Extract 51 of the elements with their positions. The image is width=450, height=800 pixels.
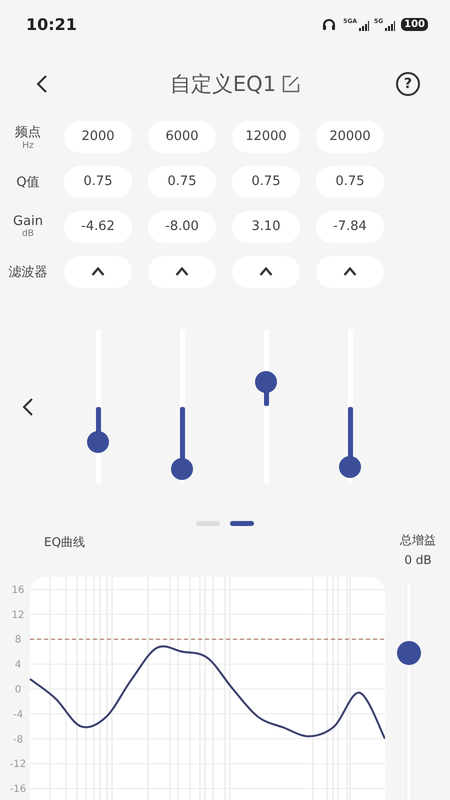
value-field[interactable]: 0.75	[232, 166, 300, 198]
previous-icon[interactable]	[22, 398, 34, 416]
headphones-icon	[322, 18, 336, 30]
peak-filter-icon	[259, 267, 273, 276]
y-tick-label: 16	[12, 584, 24, 596]
master-gain-value: 0 dB	[404, 552, 432, 569]
back-icon[interactable]	[36, 75, 48, 93]
value-field[interactable]: 0.75	[148, 166, 216, 198]
slider-thumb[interactable]	[171, 458, 193, 480]
value-field[interactable]: -8.00	[148, 210, 216, 242]
value-field[interactable]: -7.84	[316, 210, 384, 242]
y-tick-label: 4	[14, 660, 22, 671]
value-field[interactable]: 2000	[64, 120, 132, 152]
y-tick-label: -8	[13, 734, 23, 746]
page-title: 自定义EQ1	[170, 71, 276, 98]
slider-thumb[interactable]	[87, 431, 109, 454]
peak-filter-icon	[343, 267, 357, 276]
y-tick-label: -4	[13, 709, 23, 720]
page-indicator[interactable]	[230, 521, 254, 526]
slider-thumb[interactable]	[339, 456, 361, 478]
value-field[interactable]: 12000	[232, 120, 300, 152]
unit-label: Hz	[22, 140, 34, 150]
slider-thumb[interactable]	[397, 641, 421, 666]
help-button[interactable]: ?	[396, 72, 420, 96]
value-field[interactable]: 0.75	[316, 166, 384, 198]
clock: 10:21	[26, 14, 77, 34]
row-label: 频点	[15, 124, 41, 140]
y-tick-label: -12	[10, 759, 26, 770]
peak-filter-icon	[91, 267, 105, 276]
chart-title: EQ曲线	[44, 534, 86, 551]
unit-label: dB	[22, 229, 34, 239]
master-gain-label: 总增益	[400, 532, 436, 549]
battery-level: 100	[401, 18, 428, 30]
y-tick-label: 8	[14, 634, 22, 646]
y-tick-label: 0	[14, 684, 22, 696]
y-tick-label: -16	[10, 784, 26, 796]
peak-filter-icon	[175, 267, 189, 276]
y-tick-label: 12	[12, 610, 24, 621]
edit-icon[interactable]	[282, 75, 300, 93]
value-field[interactable]: 20000	[316, 120, 384, 152]
row-label: Q值	[16, 174, 40, 190]
value-field[interactable]: 3.10	[232, 210, 300, 242]
signal-icon	[359, 20, 370, 30]
master-gain-slider[interactable]	[397, 582, 421, 800]
signal-icon	[385, 20, 396, 30]
row-label: Gain	[13, 214, 43, 229]
value-field[interactable]: 6000	[148, 120, 216, 152]
value-field[interactable]: -4.62	[64, 210, 132, 242]
value-field[interactable]: 0.75	[64, 166, 132, 198]
row-label: 滤波器	[8, 264, 48, 280]
slider-thumb[interactable]	[255, 371, 277, 394]
